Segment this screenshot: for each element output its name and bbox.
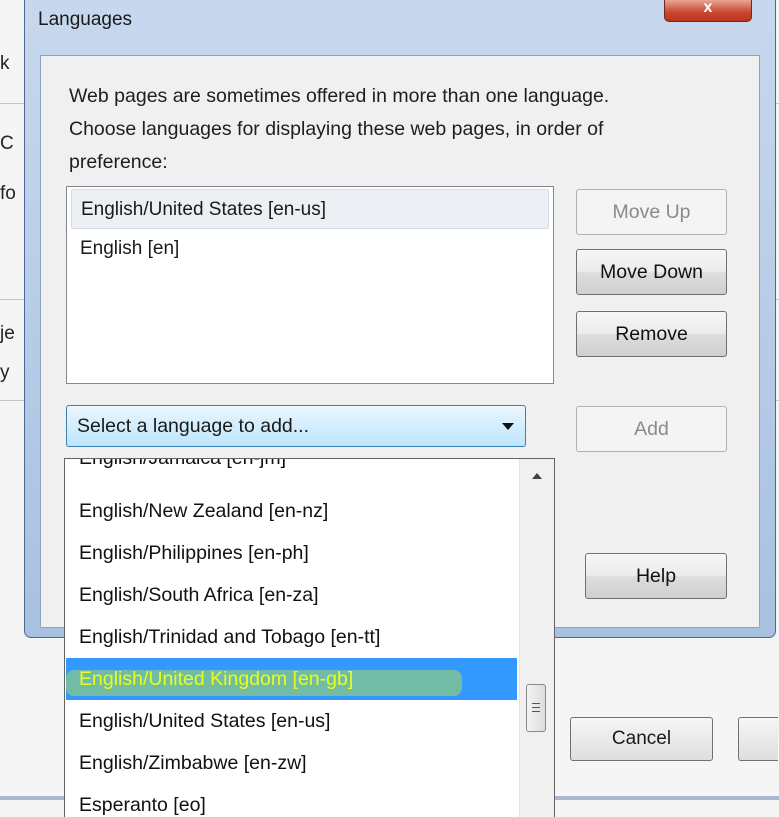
dropdown-option[interactable]: English/Trinidad and Tobago [en-tt] bbox=[66, 616, 517, 658]
dropdown-option[interactable]: English/South Africa [en-za] bbox=[66, 574, 517, 616]
bg-text-fragment: y bbox=[0, 362, 10, 383]
close-icon: x bbox=[703, 0, 713, 16]
dropdown-option[interactable]: English/United States [en-us] bbox=[66, 700, 517, 742]
add-language-select[interactable]: Select a language to add... bbox=[66, 405, 526, 447]
grip-line bbox=[532, 707, 540, 708]
select-placeholder: Select a language to add... bbox=[77, 415, 310, 437]
bg-text-fragment: k bbox=[0, 53, 10, 74]
ok-button[interactable] bbox=[738, 717, 778, 761]
dialog-titlebar[interactable]: Languages x bbox=[25, 0, 775, 40]
dropdown-option[interactable]: English/Philippines [en-ph] bbox=[66, 532, 517, 574]
grip-line bbox=[532, 703, 540, 704]
move-down-button[interactable]: Move Down bbox=[576, 249, 727, 295]
chevron-down-icon[interactable] bbox=[502, 423, 514, 430]
dropdown-option-highlighted[interactable]: English/United Kingdom [en-gb] bbox=[66, 658, 517, 700]
remove-button[interactable]: Remove bbox=[576, 311, 727, 357]
bg-text-fragment: C bbox=[0, 133, 14, 154]
description-text: Web pages are sometimes offered in more … bbox=[69, 80, 759, 179]
grip-line bbox=[532, 711, 540, 712]
description-line: Choose languages for displaying these we… bbox=[69, 118, 604, 140]
scroll-up-arrow-icon[interactable] bbox=[532, 473, 542, 479]
bg-text-fragment: fo bbox=[0, 183, 16, 204]
language-list-item-selected[interactable]: English/United States [en-us] bbox=[71, 189, 549, 229]
dropdown-option[interactable]: English/Jamaica [en-jm] bbox=[66, 459, 517, 479]
dropdown-option-label: English/United Kingdom [en-gb] bbox=[79, 668, 354, 690]
description-line: Web pages are sometimes offered in more … bbox=[69, 85, 610, 107]
add-button[interactable]: Add bbox=[576, 406, 727, 452]
dropdown-scrollbar[interactable] bbox=[519, 459, 554, 817]
help-button[interactable]: Help bbox=[585, 553, 727, 599]
scrollbar-thumb[interactable] bbox=[526, 684, 546, 732]
bg-text-fragment: je bbox=[0, 323, 15, 344]
description-line: preference: bbox=[69, 151, 168, 173]
dropdown-option[interactable]: Esperanto [eo] bbox=[66, 784, 517, 817]
dialog-title: Languages bbox=[38, 9, 133, 30]
cancel-button[interactable]: Cancel bbox=[570, 717, 713, 761]
language-list-item[interactable]: English [en] bbox=[71, 229, 549, 269]
dropdown-option[interactable]: English/Zimbabwe [en-zw] bbox=[66, 742, 517, 784]
dropdown-option[interactable]: English/New Zealand [en-nz] bbox=[66, 490, 517, 532]
move-up-button[interactable]: Move Up bbox=[576, 189, 727, 235]
close-button[interactable]: x bbox=[664, 0, 752, 22]
language-dropdown-list[interactable]: English/Jamaica [en-jm] English/New Zeal… bbox=[64, 458, 555, 817]
language-list[interactable]: English/United States [en-us] English [e… bbox=[66, 186, 554, 384]
